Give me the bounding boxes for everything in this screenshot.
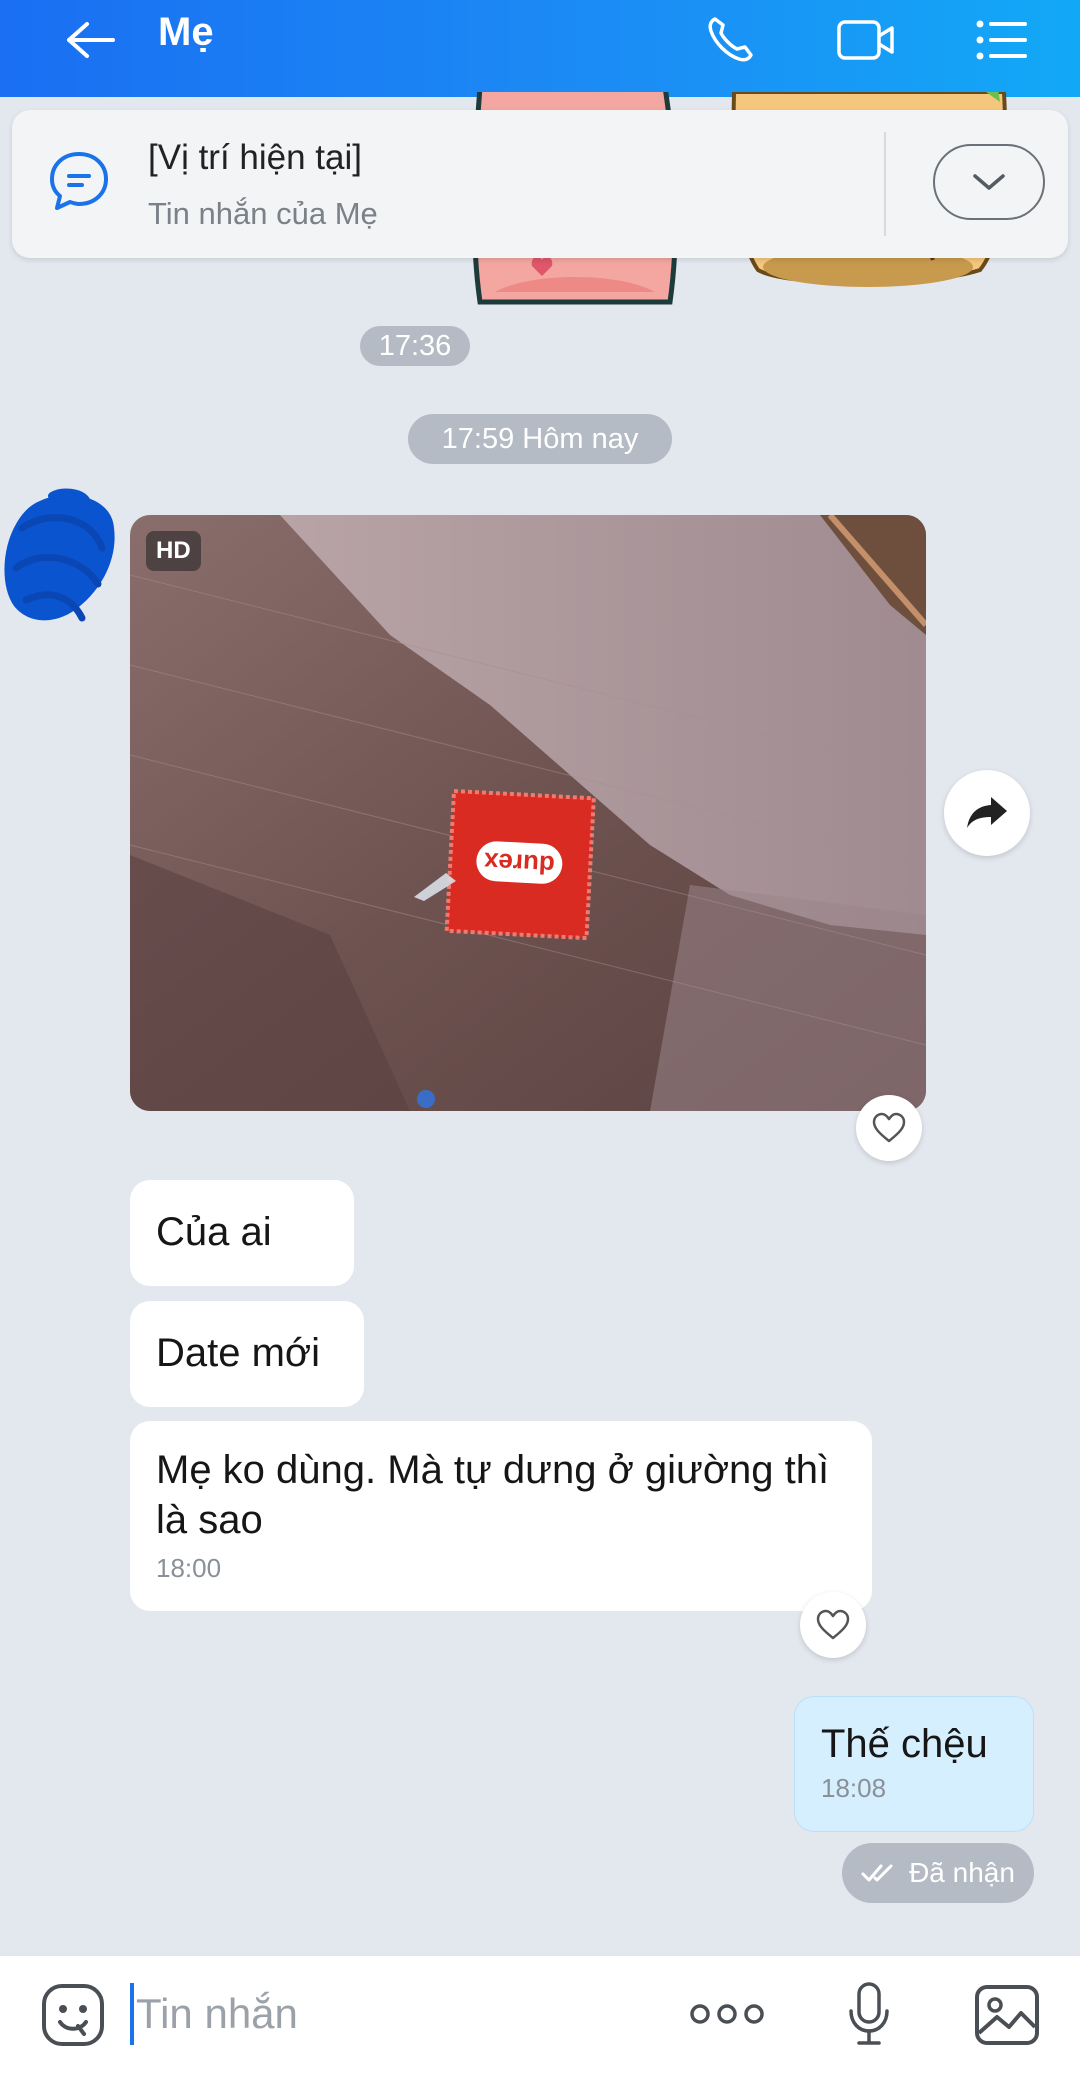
double-check-icon bbox=[861, 1864, 893, 1882]
delivery-status-text: Đã nhận bbox=[909, 1857, 1015, 1888]
contact-name[interactable]: Mẹ bbox=[158, 8, 214, 56]
input-placeholder: Tin nhắn bbox=[136, 1990, 298, 2037]
message-bubble[interactable]: Của ai bbox=[130, 1180, 354, 1286]
emoji-sticker-icon[interactable] bbox=[36, 1978, 110, 2052]
expand-pinned-button[interactable] bbox=[933, 144, 1045, 220]
forward-button[interactable] bbox=[944, 770, 1030, 856]
gallery-image-icon[interactable] bbox=[970, 1978, 1044, 2052]
date-separator-pill: 17:59 Hôm nay bbox=[408, 414, 672, 464]
pinned-subtitle: Tin nhắn của Mẹ bbox=[148, 196, 378, 231]
message-input-bar: Tin nhắn bbox=[0, 1955, 1080, 2075]
message-text: Thế chệu bbox=[821, 1722, 988, 1766]
microphone-icon[interactable] bbox=[840, 1976, 898, 2052]
message-text: Mẹ ko dùng. Mà tự dưng ở giường thì là s… bbox=[156, 1448, 830, 1542]
delivery-status: Đã nhận bbox=[842, 1843, 1034, 1903]
share-arrow-icon bbox=[967, 797, 1007, 828]
pack-text: durex bbox=[483, 847, 556, 881]
message-bubble[interactable]: Mẹ ko dùng. Mà tự dưng ở giường thì là s… bbox=[130, 1421, 872, 1611]
message-time: 18:00 bbox=[156, 1553, 222, 1583]
my-message-bubble[interactable]: Thế chệu 18:08 bbox=[794, 1696, 1034, 1832]
phone-icon[interactable] bbox=[700, 10, 760, 70]
message-text: Của ai bbox=[156, 1210, 272, 1254]
video-call-icon[interactable] bbox=[836, 10, 896, 70]
avatar[interactable] bbox=[2, 488, 122, 643]
react-heart-button[interactable] bbox=[856, 1095, 922, 1161]
text-cursor bbox=[130, 1983, 134, 2045]
back-arrow-icon[interactable] bbox=[60, 10, 120, 70]
heart-icon bbox=[816, 1609, 850, 1640]
message-text: Date mới bbox=[156, 1331, 321, 1375]
chat-header: Mẹ bbox=[0, 0, 1080, 97]
message-time: 18:08 bbox=[821, 1773, 887, 1803]
pinned-title: [Vị trí hiện tại] bbox=[148, 138, 362, 177]
message-input[interactable]: Tin nhắn bbox=[130, 1976, 650, 2052]
photo-message[interactable]: durex HD bbox=[130, 515, 926, 1111]
photo-image: durex bbox=[130, 515, 926, 1111]
more-options-icon[interactable] bbox=[686, 1986, 768, 2042]
pinned-message-bar[interactable]: [Vị trí hiện tại] Tin nhắn của Mẹ bbox=[12, 110, 1068, 258]
divider bbox=[884, 132, 886, 236]
timestamp-pill: 17:36 bbox=[360, 326, 470, 366]
chat-bubble-icon bbox=[46, 148, 112, 219]
react-heart-button[interactable] bbox=[800, 1592, 866, 1658]
message-bubble[interactable]: Date mới bbox=[130, 1301, 364, 1407]
list-menu-icon[interactable] bbox=[972, 10, 1032, 70]
heart-icon bbox=[872, 1112, 906, 1143]
hd-badge: HD bbox=[146, 531, 201, 571]
chevron-down-icon bbox=[973, 174, 1005, 190]
